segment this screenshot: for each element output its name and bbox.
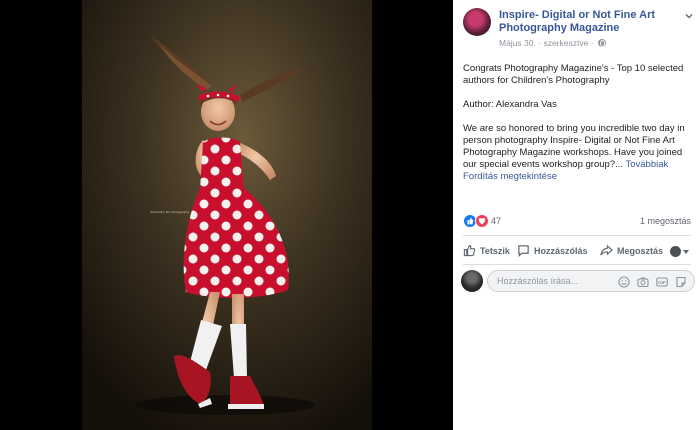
comment-label: Hozzászólás [534,246,588,256]
share-arrow-icon [600,244,613,256]
globe-icon[interactable] [597,39,606,47]
post-panel: Inspire- Digital or Not Fine Art Photogr… [453,0,700,430]
love-reaction-icon [475,214,489,228]
see-more-link[interactable]: Továbbiak [625,159,668,170]
chevron-down-icon[interactable] [685,12,693,20]
comment-bubble-icon [518,245,529,257]
camera-icon[interactable] [637,276,649,288]
post-date[interactable]: Május 30. [499,38,536,48]
like-label: Tetszik [480,246,510,256]
like-button[interactable]: Tetszik [463,242,523,260]
post-text: Congrats Photography Magazine's - Top 10… [463,63,693,195]
see-translation-link[interactable]: Fordítás megtekintése [463,171,557,182]
reaction-icons[interactable] [463,214,491,228]
share-count[interactable]: 1 megosztás [640,216,691,226]
reaction-count[interactable]: 47 [491,216,501,226]
user-avatar [670,246,681,257]
post-paragraph-last: We are so honored to bring you incredibl… [463,123,693,183]
reactions-bar: 47 1 megosztás [463,214,691,228]
post-photo[interactable]: Alexandra Vas Photography [0,0,453,430]
post-meta: Május 30. · szerkesztve · [499,38,606,48]
comment-composer: Hozzászólás írása... GIF [461,270,697,294]
gif-icon[interactable]: GIF [656,276,668,288]
comment-input[interactable]: Hozzászólás írása... GIF [487,270,695,292]
page-avatar[interactable] [463,8,491,36]
comment-placeholder: Hozzászólás írása... [497,276,579,286]
post-actions: Tetszik Hozzászólás Megosztás [461,242,693,260]
caret-down-icon [683,250,689,254]
post-paragraph: Congrats Photography Magazine's - Top 10… [463,63,684,86]
share-button[interactable]: Megosztás [600,242,670,260]
svg-text:GIF: GIF [658,280,666,285]
sticker-icon[interactable] [675,276,687,288]
divider [463,264,691,265]
comment-button[interactable]: Hozzászólás [517,242,597,260]
page-name-link[interactable]: Inspire- Digital or Not Fine Art Photogr… [499,9,689,35]
emoji-icon[interactable] [618,276,630,288]
meta-separator: · [538,38,542,48]
meta-separator: · [590,38,594,48]
post-as-selector[interactable] [670,242,692,260]
photo-signature: Alexandra Vas Photography [149,210,190,214]
share-label: Megosztás [617,246,664,256]
commenter-avatar[interactable] [461,270,483,292]
thumbs-up-icon [463,244,476,257]
post-paragraph: Author: Alexandra Vas [463,99,557,110]
divider [463,235,691,236]
photo-viewer[interactable]: Alexandra Vas Photography [0,0,453,430]
edited-label[interactable]: szerkesztve [543,38,588,48]
